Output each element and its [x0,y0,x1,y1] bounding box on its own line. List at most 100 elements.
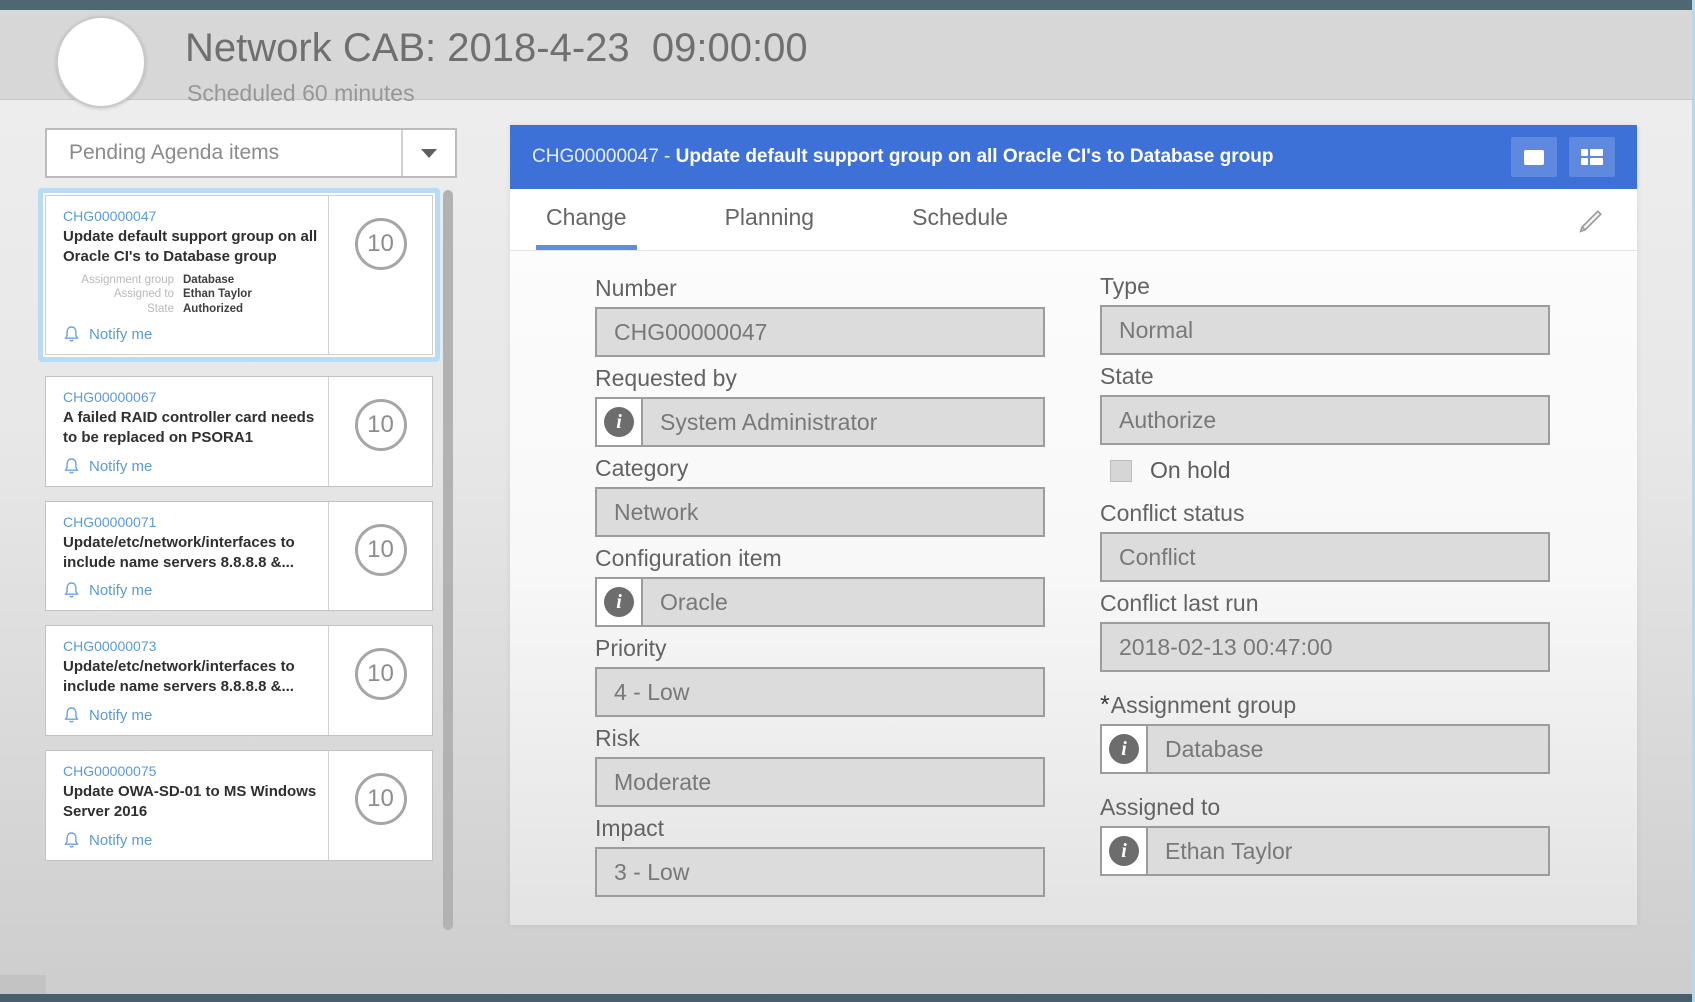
agenda-item-card[interactable]: CHG00000073Update/etc/network/interfaces… [45,625,433,736]
duration-section: 10 [328,377,432,486]
field-conflict-last-run: Conflict last run2018-02-13 00:47:00 [1100,590,1550,672]
field-category: Category Network [595,455,1045,537]
field-label-text: Configuration item [595,545,782,571]
field-conflict-status: Conflict status Conflict [1100,500,1550,582]
field-risk: RiskModerate [595,725,1045,807]
meta-value: Authorized [183,303,243,317]
tab-change[interactable]: Change [536,189,637,250]
agenda-item-title: Update default support group on all Orac… [63,227,320,267]
notify-me-label: Notify me [89,832,152,849]
field-row: CHG00000047 [595,307,1045,357]
reference-info-button[interactable]: i [1100,724,1146,774]
change-number-link[interactable]: CHG00000071 [63,514,320,530]
field-row: Conflict [1100,532,1550,582]
field-row: iOracle [595,577,1045,627]
agenda-item-body: CHG00000073Update/etc/network/interfaces… [46,626,328,735]
field-label-text: Requested by [595,365,737,391]
avatar [56,16,146,108]
bell-icon [63,457,80,476]
edit-pencil-icon[interactable] [1575,205,1607,237]
notify-me-label: Notify me [89,707,152,724]
field-label: Number [595,275,1045,301]
notify-me-button[interactable]: Notify me [63,581,320,600]
on-hold-label: On hold [1150,457,1231,484]
agenda-item-meta: Assignment groupDatabaseAssigned toEthan… [63,274,320,317]
grid-view-button[interactable] [1569,137,1615,177]
field-value-category: Network [595,487,1045,537]
change-number-link[interactable]: CHG00000047 [63,208,320,224]
notify-me-button[interactable]: Notify me [63,457,320,476]
field-row: Network [595,487,1045,537]
field-assignment-group: *Assignment group iDatabase [1100,692,1550,774]
field-label-text: Type [1100,273,1150,299]
on-hold-checkbox[interactable] [1110,460,1132,482]
agenda-item-card[interactable]: CHG00000047 Update default support group … [45,195,433,355]
notify-me-button[interactable]: Notify me [63,831,320,850]
field-row: iEthan Taylor [1100,826,1550,876]
field-label-text: Assignment group [1111,692,1296,718]
field-label: Assigned to [1100,794,1550,820]
chevron-down-icon[interactable] [401,130,455,176]
field-row: iDatabase [1100,724,1550,774]
field-value-conflict-status: Conflict [1100,532,1550,582]
card-view-button[interactable] [1511,137,1557,177]
change-detail-header: CHG00000047 - Update default support gro… [510,125,1637,189]
field-label: Impact [595,815,1045,841]
field-label-text: Category [595,455,688,481]
duration-badge: 10 [355,218,407,270]
field-type: Type Normal [1100,273,1550,355]
field-label: Priority [595,635,1045,661]
info-icon: i [604,587,634,617]
agenda-filter-label: Pending Agenda items [47,141,401,165]
field-value-configuration-item: Oracle [641,577,1045,627]
tab-schedule[interactable]: Schedule [902,189,1018,250]
duration-badge: 10 [355,399,407,451]
field-row: Authorize [1100,395,1550,445]
field-state: State Authorize [1100,363,1550,445]
change-number-link[interactable]: CHG00000067 [63,389,320,405]
field-value-assigned-to: Ethan Taylor [1146,826,1550,876]
change-number-link[interactable]: CHG00000075 [63,763,320,779]
window-bottom-edge [0,994,1695,1002]
field-value-requested-by: System Administrator [641,397,1045,447]
agenda-item-card[interactable]: CHG00000071 Update/etc/network/interfaces… [45,501,433,612]
field-value-number: CHG00000047 [595,307,1045,357]
field-label-text: Conflict status [1100,500,1244,526]
change-detail-title: CHG00000047 - Update default support gro… [532,146,1499,168]
window-top-edge [0,0,1695,10]
bell-icon [63,706,80,725]
change-number-link[interactable]: CHG00000073 [63,638,320,654]
agenda-scrollbar[interactable] [443,190,453,930]
meta-value: Database [183,274,234,288]
reference-info-button[interactable]: i [595,577,641,627]
info-icon: i [604,407,634,437]
meeting-duration: Scheduled 60 minutes [187,80,415,107]
notify-me-button[interactable]: Notify me [63,706,320,725]
field-value-state: Authorize [1100,395,1550,445]
agenda-item-card[interactable]: CHG00000075Update OWA-SD-01 to MS Window… [45,750,433,861]
field-value-type: Normal [1100,305,1550,355]
bell-icon [63,831,80,850]
meta-value: Ethan Taylor [183,288,252,302]
field-label-text: State [1100,363,1154,389]
meta-label: Assigned to [63,288,183,302]
duration-badge: 10 [355,773,407,825]
info-icon: i [1109,734,1139,764]
field-label-text: Risk [595,725,640,751]
field-assigned-to: Assigned to iEthan Taylor [1100,794,1550,876]
field-label-text: Priority [595,635,667,661]
reference-info-button[interactable]: i [595,397,641,447]
info-icon: i [1109,836,1139,866]
field-value-impact: 3 - Low [595,847,1045,897]
tab-planning[interactable]: Planning [715,189,825,250]
agenda-filter-dropdown[interactable]: Pending Agenda items [45,128,457,178]
duration-section: 10 [328,626,432,735]
reference-info-button[interactable]: i [1100,826,1146,876]
agenda-item-title: Update/etc/network/interfaces to include… [63,533,320,573]
notify-me-button[interactable]: Notify me [63,325,320,344]
duration-section: 10 [328,196,432,354]
agenda-item-card[interactable]: CHG00000067A failed RAID controller card… [45,376,433,487]
detail-tab-bar: Change Planning Schedule [510,189,1637,251]
field-label: *Assignment group [1100,692,1550,718]
meta-label: Assignment group [63,274,183,288]
